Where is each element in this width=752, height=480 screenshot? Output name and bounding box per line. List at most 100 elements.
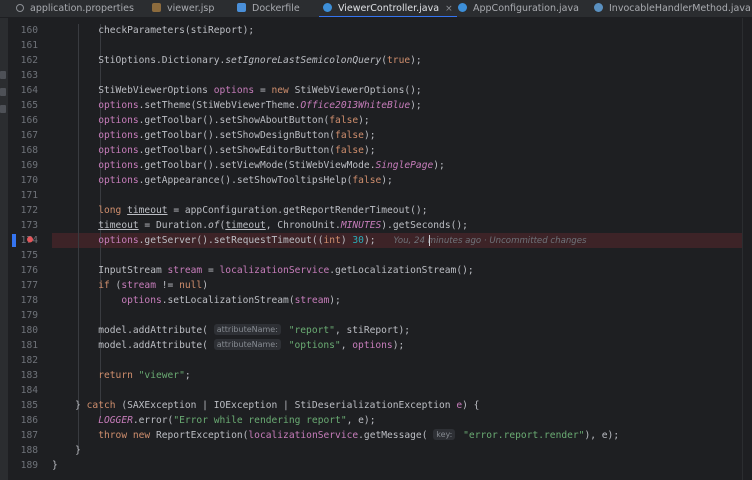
code-token: options <box>121 295 162 306</box>
tool-window-icon[interactable] <box>0 105 6 113</box>
code-line[interactable]: checkParameters(stiReport); <box>52 23 742 38</box>
code-token: ); <box>392 340 405 351</box>
line-number[interactable]: 183 <box>8 368 38 383</box>
tool-window-icon[interactable] <box>0 71 6 79</box>
tab-viewercontroller-java[interactable]: ViewerController.java × <box>319 0 457 17</box>
line-number[interactable]: 182 <box>8 353 38 368</box>
line-number[interactable]: 186 <box>8 413 38 428</box>
code-token: ) { <box>462 400 480 411</box>
code-line[interactable]: options.getServer().setRequestTimeout((i… <box>52 233 742 248</box>
code-token: ); <box>358 115 370 126</box>
code-line[interactable] <box>52 353 742 368</box>
code-editor[interactable]: checkParameters(stiReport); StiOptions.D… <box>52 18 742 480</box>
code-line[interactable]: LOGGER.error("Error while rendering repo… <box>52 413 742 428</box>
code-line[interactable]: model.addAttribute( attributeName: "repo… <box>52 323 742 338</box>
code-token: .getToolbar().setShowEditorButton( <box>138 145 336 156</box>
line-number[interactable]: 188 <box>8 443 38 458</box>
code-token: StiOptions.Dictionary. <box>52 55 226 66</box>
code-line[interactable] <box>52 308 742 323</box>
line-number[interactable]: 171 <box>8 188 38 203</box>
line-number[interactable]: 161 <box>8 38 38 53</box>
line-number[interactable]: 177 <box>8 278 38 293</box>
git-blame-annotation[interactable]: You, 24 minutes ago · Uncommitted change… <box>394 236 587 246</box>
line-number[interactable]: 187 <box>8 428 38 443</box>
code-line[interactable]: throw new ReportException(localizationSe… <box>52 428 742 443</box>
line-number[interactable]: 166 <box>8 113 38 128</box>
tab-dockerfile[interactable]: Dockerfile <box>237 0 300 17</box>
code-token: != <box>155 280 180 291</box>
line-number[interactable]: 162 <box>8 53 38 68</box>
tool-window-icon[interactable] <box>0 88 6 96</box>
code-line[interactable] <box>52 188 742 203</box>
code-line[interactable]: StiOptions.Dictionary.setIgnoreLastSemic… <box>52 53 742 68</box>
line-number[interactable]: 165 <box>8 98 38 113</box>
line-number[interactable]: 164 <box>8 83 38 98</box>
tab-invocablehandlermethod-java[interactable]: InvocableHandlerMethod.java <box>594 0 751 17</box>
code-line[interactable]: return "viewer"; <box>52 368 742 383</box>
code-token: = <box>202 265 220 276</box>
code-line[interactable] <box>52 248 742 263</box>
code-line[interactable]: model.addAttribute( attributeName: "opti… <box>52 338 742 353</box>
code-line[interactable]: InputStream stream = localizationService… <box>52 263 742 278</box>
close-tab-icon[interactable]: × <box>445 4 453 14</box>
line-number[interactable]: 179 <box>8 308 38 323</box>
gear-icon <box>16 4 24 12</box>
code-line[interactable]: options.getToolbar().setViewMode(StiWebV… <box>52 158 742 173</box>
code-token: .getAppearance().setShowTooltipsHelp( <box>138 175 353 186</box>
vertical-scrollbar[interactable] <box>742 18 752 480</box>
code-line[interactable]: options.setTheme(StiWebViewerTheme.Offic… <box>52 98 742 113</box>
code-line[interactable]: StiWebViewerOptions options = new StiWeb… <box>52 83 742 98</box>
line-number[interactable]: 167 <box>8 128 38 143</box>
line-number[interactable]: 172 <box>8 203 38 218</box>
code-line[interactable]: timeout = Duration.of(timeout, ChronoUni… <box>52 218 742 233</box>
code-token: , ChronoUnit. <box>265 220 341 231</box>
line-number[interactable]: 180 <box>8 323 38 338</box>
vcs-change-marker[interactable] <box>12 234 16 247</box>
code-line[interactable]: if (stream != null) <box>52 278 742 293</box>
code-line[interactable]: } <box>52 443 742 458</box>
line-number[interactable]: 185 <box>8 398 38 413</box>
code-line[interactable]: options.getToolbar().setShowDesignButton… <box>52 128 742 143</box>
breakpoint-icon[interactable]: ● <box>25 235 35 245</box>
code-token: options <box>213 85 255 96</box>
code-token: ), e); <box>584 430 620 441</box>
line-number[interactable]: 170 <box>8 173 38 188</box>
code-token: options <box>98 175 139 186</box>
code-token: , <box>340 340 353 351</box>
line-number[interactable]: 160 <box>8 23 38 38</box>
code-token: ); <box>410 100 422 111</box>
code-line[interactable]: options.getToolbar().setShowEditorButton… <box>52 143 742 158</box>
line-number[interactable]: 169 <box>8 158 38 173</box>
line-number[interactable]: 163 <box>8 68 38 83</box>
tab-application-properties[interactable]: application.properties <box>16 0 134 17</box>
tab-viewer-jsp[interactable]: viewer.jsp <box>152 0 215 17</box>
line-number[interactable]: 168 <box>8 143 38 158</box>
line-number[interactable]: 181 <box>8 338 38 353</box>
code-token: .getServer().setRequestTimeout(( <box>138 235 324 246</box>
line-number[interactable]: 173 <box>8 218 38 233</box>
code-line[interactable]: options.setLocalizationStream(stream); <box>52 293 742 308</box>
code-line[interactable] <box>52 68 742 83</box>
code-token: .error( <box>132 415 174 426</box>
code-line[interactable]: long timeout = appConfiguration.getRepor… <box>52 203 742 218</box>
code-line[interactable]: } catch (SAXException | IOException | St… <box>52 398 742 413</box>
code-line[interactable] <box>52 38 742 53</box>
line-number[interactable]: 184 <box>8 383 38 398</box>
line-number-gutter[interactable]: 160 161 162 163 164 165 166 167 168 169 170 171 172 1… <box>8 18 52 480</box>
line-number[interactable]: 178 <box>8 293 38 308</box>
code-token: false <box>352 175 382 186</box>
code-line[interactable]: options.getAppearance().setShowTooltipsH… <box>52 173 742 188</box>
tab-label: viewer.jsp <box>167 3 215 14</box>
line-number[interactable]: 176 <box>8 263 38 278</box>
tab-appconfiguration-java[interactable]: AppConfiguration.java <box>458 0 579 17</box>
code-line[interactable]: } <box>52 458 742 473</box>
code-line[interactable] <box>52 383 742 398</box>
line-number[interactable]: 175 <box>8 248 38 263</box>
line-number[interactable]: 189 <box>8 458 38 473</box>
code-line[interactable]: options.getToolbar().setShowAboutButton(… <box>52 113 742 128</box>
code-token: int <box>323 235 341 246</box>
